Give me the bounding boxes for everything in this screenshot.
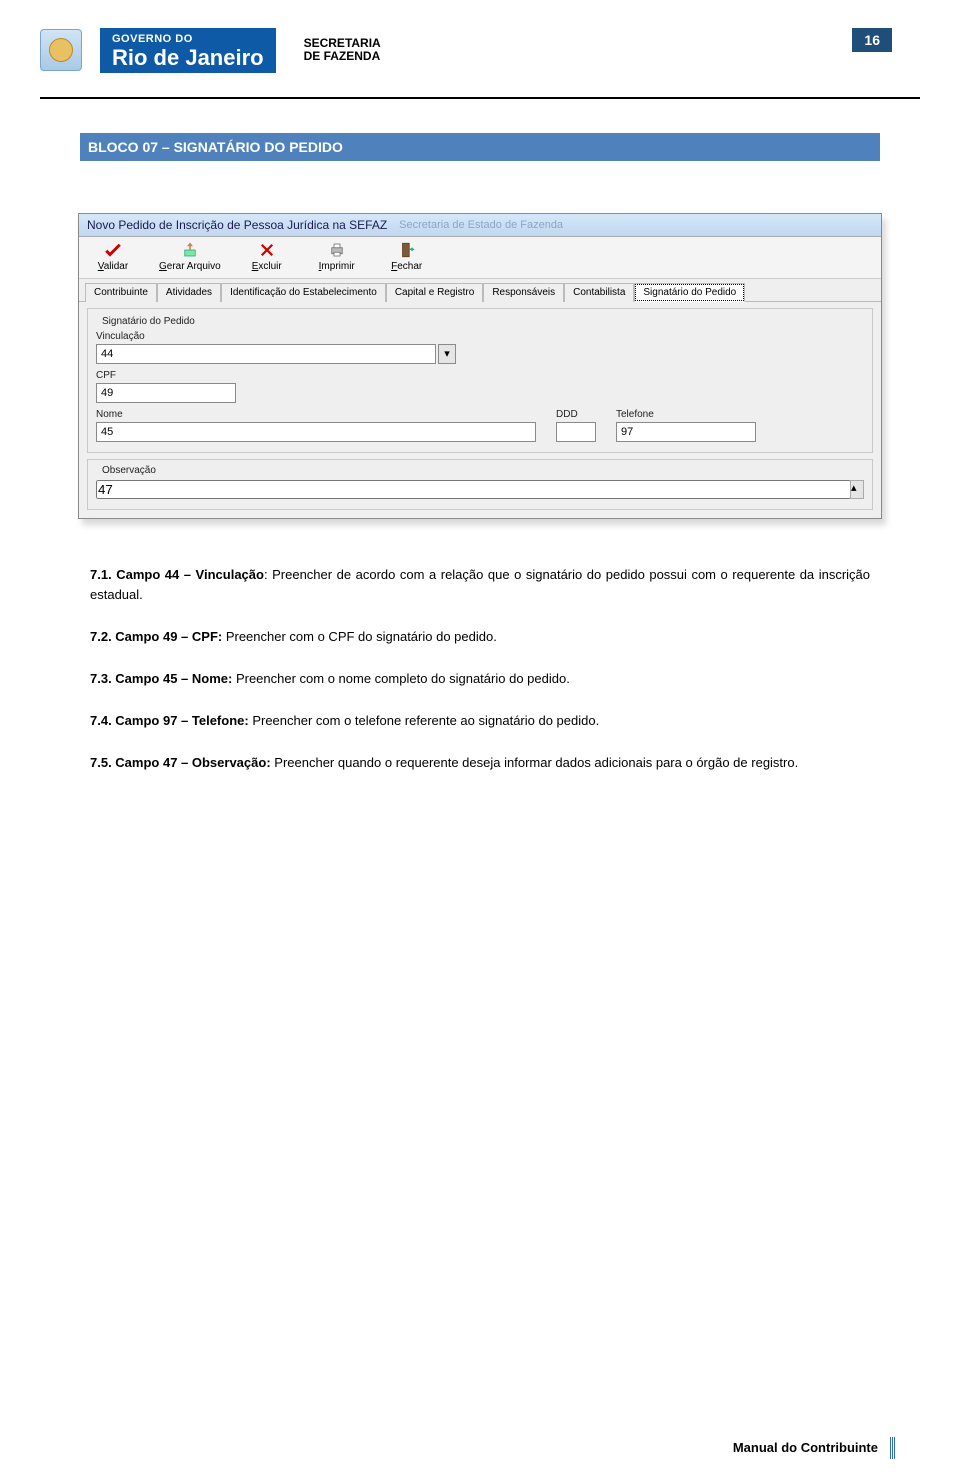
- excluir-label: Excluir: [252, 261, 282, 272]
- secretariat-line2: DE FAZENDA: [304, 50, 381, 64]
- document-header: GOVERNO DO Rio de Janeiro SECRETARIA DE …: [40, 28, 920, 73]
- ddd-label: DDD: [556, 409, 596, 420]
- imprimir-label: Imprimir: [319, 261, 355, 272]
- observacao-groupbox: Observação ▴: [87, 459, 873, 510]
- p5-bold: 7.5. Campo 47 – Observação:: [90, 755, 271, 770]
- page-number: 16: [852, 28, 892, 52]
- signatario-groupbox: Signatário do Pedido Vinculação ▾ CPF No…: [87, 308, 873, 453]
- tab-contribuinte[interactable]: Contribuinte: [85, 283, 157, 302]
- gov-logo-block: GOVERNO DO Rio de Janeiro: [100, 28, 276, 73]
- check-icon: [104, 241, 122, 259]
- validar-label: Validar: [98, 261, 128, 272]
- export-icon: [181, 241, 199, 259]
- p4-rest: Preencher com o telefone referente ao si…: [249, 713, 600, 728]
- p3-rest: Preencher com o nome completo do signatá…: [232, 671, 569, 686]
- cpf-label: CPF: [96, 370, 864, 381]
- paragraph-7-4: 7.4. Campo 97 – Telefone: Preencher com …: [90, 711, 870, 731]
- tab-signatario[interactable]: Signatário do Pedido: [634, 283, 745, 302]
- window-tabs: Contribuinte Atividades Identificação do…: [79, 279, 881, 302]
- paragraph-7-5: 7.5. Campo 47 – Observação: Preencher qu…: [90, 753, 870, 773]
- print-icon: [328, 241, 346, 259]
- fechar-label: Fechar: [391, 261, 422, 272]
- nome-label: Nome: [96, 409, 536, 420]
- p4-bold: 7.4. Campo 97 – Telefone:: [90, 713, 249, 728]
- secretariat-line1: SECRETARIA: [304, 37, 381, 51]
- state-crest-icon: [40, 29, 82, 71]
- legacy-window: Novo Pedido de Inscrição de Pessoa Juríd…: [78, 213, 882, 519]
- vinculacao-select[interactable]: [96, 344, 436, 364]
- imprimir-button[interactable]: Imprimir: [313, 241, 361, 272]
- body-text: 7.1. Campo 44 – Vinculação: Preencher de…: [90, 565, 870, 774]
- vinculacao-label: Vinculação: [96, 331, 864, 342]
- secretariat-block: SECRETARIA DE FAZENDA: [304, 37, 381, 65]
- p1-bold: 7.1. Campo 44 – Vinculação: [90, 567, 264, 582]
- door-icon: [398, 241, 416, 259]
- gerar-label: Gerar Arquivo: [159, 261, 221, 272]
- footer-text: Manual do Contribuinte: [733, 1440, 884, 1455]
- cpf-field[interactable]: [96, 383, 236, 403]
- tab-capital[interactable]: Capital e Registro: [386, 283, 483, 302]
- observacao-legend: Observação: [98, 465, 160, 476]
- scrollbar-icon[interactable]: ▴: [850, 480, 864, 499]
- observacao-field[interactable]: [96, 480, 851, 499]
- paragraph-7-1: 7.1. Campo 44 – Vinculação: Preencher de…: [90, 565, 870, 605]
- tab-atividades[interactable]: Atividades: [157, 283, 221, 302]
- telefone-label: Telefone: [616, 409, 756, 420]
- telefone-field[interactable]: [616, 422, 756, 442]
- fechar-button[interactable]: Fechar: [383, 241, 431, 272]
- tab-identificacao[interactable]: Identificação do Estabelecimento: [221, 283, 386, 302]
- p5-rest: Preencher quando o requerente deseja inf…: [271, 755, 799, 770]
- delete-icon: [258, 241, 276, 259]
- footer-stripes-icon: [890, 1437, 896, 1459]
- window-subtitle: Secretaria de Estado de Fazenda: [399, 219, 563, 231]
- gov-line2: Rio de Janeiro: [112, 46, 264, 69]
- window-title: Novo Pedido de Inscrição de Pessoa Juríd…: [87, 218, 387, 232]
- validar-button[interactable]: Validar: [89, 241, 137, 272]
- gerar-arquivo-button[interactable]: Gerar Arquivo: [159, 241, 221, 272]
- ddd-field[interactable]: [556, 422, 596, 442]
- window-toolbar: Validar Gerar Arquivo Excluir Imprimir F…: [79, 237, 881, 279]
- groupbox-legend: Signatário do Pedido: [98, 316, 199, 327]
- tab-contabilista[interactable]: Contabilista: [564, 283, 634, 302]
- window-titlebar: Novo Pedido de Inscrição de Pessoa Juríd…: [79, 214, 881, 237]
- section-title: BLOCO 07 – SIGNATÁRIO DO PEDIDO: [80, 133, 880, 161]
- nome-field[interactable]: [96, 422, 536, 442]
- gov-line1: GOVERNO DO: [112, 34, 264, 46]
- paragraph-7-2: 7.2. Campo 49 – CPF: Preencher com o CPF…: [90, 627, 870, 647]
- p2-rest: Preencher com o CPF do signatário do ped…: [222, 629, 497, 644]
- paragraph-7-3: 7.3. Campo 45 – Nome: Preencher com o no…: [90, 669, 870, 689]
- chevron-down-icon[interactable]: ▾: [438, 344, 456, 364]
- p3-bold: 7.3. Campo 45 – Nome:: [90, 671, 232, 686]
- excluir-button[interactable]: Excluir: [243, 241, 291, 272]
- p2-bold: 7.2. Campo 49 – CPF:: [90, 629, 222, 644]
- header-rule: [40, 97, 920, 99]
- tab-responsaveis[interactable]: Responsáveis: [483, 283, 564, 302]
